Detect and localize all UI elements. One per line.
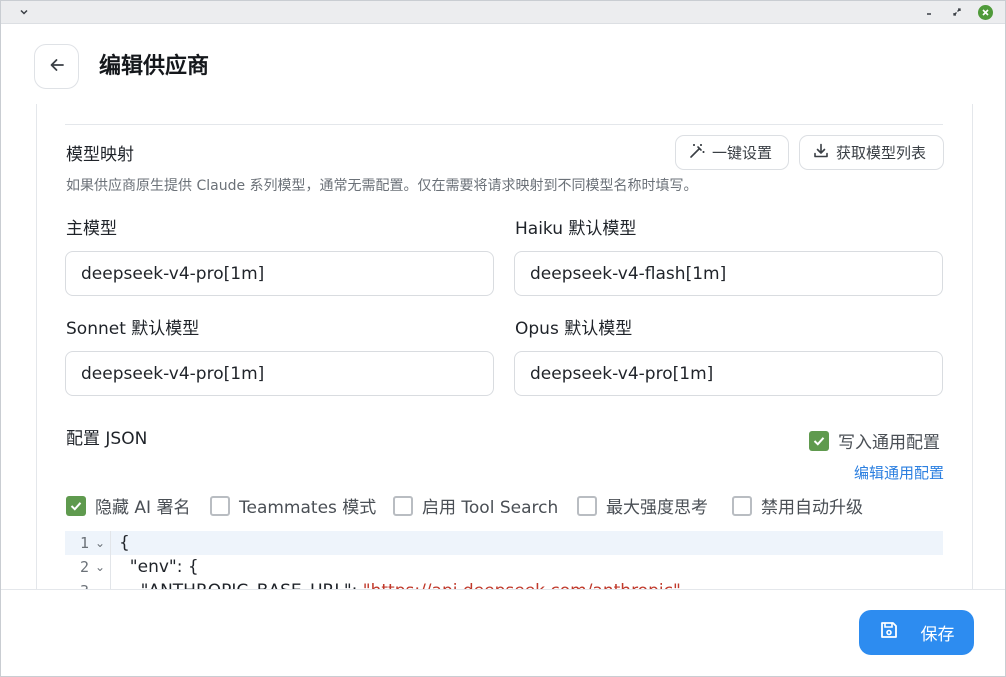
line-number: 2 bbox=[79, 558, 89, 576]
download-icon bbox=[812, 142, 830, 164]
active-line-highlight bbox=[65, 531, 943, 555]
disable-auto-update-checkbox[interactable]: 禁用自动升级 bbox=[732, 493, 863, 518]
write-common-config-checkbox[interactable]: 写入通用配置 bbox=[809, 428, 940, 453]
line-number: 3 bbox=[65, 579, 89, 589]
disable-auto-update-label: 禁用自动升级 bbox=[761, 498, 863, 518]
save-icon bbox=[879, 620, 899, 645]
footer-divider bbox=[1, 589, 1005, 590]
gutter-separator bbox=[110, 531, 111, 589]
page-title: 编辑供应商 bbox=[99, 54, 210, 79]
one-click-setup-button[interactable]: 一键设置 bbox=[675, 135, 789, 170]
checkmark-icon bbox=[809, 430, 829, 451]
collapse-chevron-icon[interactable] bbox=[15, 3, 33, 21]
write-common-config-label: 写入通用配置 bbox=[838, 433, 940, 453]
divider bbox=[65, 124, 943, 125]
code-line: "ANTHROPIC_BASE_URL": "https://api.deeps… bbox=[119, 579, 681, 589]
save-label: 保存 bbox=[920, 625, 955, 645]
fetch-model-list-label: 获取模型列表 bbox=[836, 144, 927, 162]
checkbox-box bbox=[732, 495, 752, 516]
checkbox-box bbox=[393, 495, 413, 516]
line-number: 1 bbox=[79, 534, 89, 552]
restore-icon[interactable] bbox=[948, 3, 966, 21]
max-thinking-label: 最大强度思考 bbox=[606, 498, 708, 518]
settings-card: 模型映射 一键设置 获取模型列表 如果供应商原生提供 Claude 系列模型，通… bbox=[36, 104, 973, 589]
one-click-setup-label: 一键设置 bbox=[712, 144, 773, 162]
checkbox-box bbox=[577, 495, 597, 516]
teammates-mode-checkbox[interactable]: Teammates 模式 bbox=[210, 493, 376, 518]
edit-common-config-link[interactable]: 编辑通用配置 bbox=[854, 462, 944, 483]
json-editor[interactable]: 1 ⌄ { 2 ⌄ "env": { 3 "ANTHROPIC_BASE_URL… bbox=[65, 531, 943, 589]
minimize-icon[interactable] bbox=[921, 3, 939, 21]
back-button[interactable] bbox=[34, 44, 79, 89]
sonnet-model-label: Sonnet 默认模型 bbox=[66, 319, 200, 339]
code-line: "env": { bbox=[119, 557, 199, 577]
close-icon bbox=[977, 4, 993, 20]
fold-chevron-icon[interactable]: ⌄ bbox=[95, 555, 105, 579]
haiku-model-input[interactable]: deepseek-v4-flash[1m] bbox=[514, 251, 943, 296]
sonnet-model-input[interactable]: deepseek-v4-pro[1m] bbox=[65, 351, 494, 396]
checkbox-box bbox=[210, 495, 230, 516]
main-model-label: 主模型 bbox=[66, 219, 117, 239]
main-model-input[interactable]: deepseek-v4-pro[1m] bbox=[65, 251, 494, 296]
fold-chevron-icon[interactable]: ⌄ bbox=[95, 531, 105, 555]
model-mapping-title: 模型映射 bbox=[66, 145, 134, 165]
opus-model-input[interactable]: deepseek-v4-pro[1m] bbox=[514, 351, 943, 396]
haiku-model-label: Haiku 默认模型 bbox=[515, 219, 637, 239]
close-window-button[interactable] bbox=[976, 3, 994, 21]
hide-ai-signature-checkbox[interactable]: 隐藏 AI 署名 bbox=[66, 493, 190, 518]
save-button[interactable]: 保存 bbox=[859, 610, 974, 655]
opus-model-label: Opus 默认模型 bbox=[515, 319, 633, 339]
mapping-hint: 如果供应商原生提供 Claude 系列模型，通常无需配置。仅在需要将请求映射到不… bbox=[66, 178, 698, 194]
teammates-mode-label: Teammates 模式 bbox=[239, 498, 377, 518]
hide-ai-signature-label: 隐藏 AI 署名 bbox=[95, 498, 191, 518]
json-key: "ANTHROPIC_BASE_URL": bbox=[119, 581, 363, 589]
title-bar bbox=[1, 1, 1005, 24]
max-thinking-checkbox[interactable]: 最大强度思考 bbox=[577, 493, 708, 518]
config-json-title: 配置 JSON bbox=[66, 429, 148, 449]
enable-tool-search-label: 启用 Tool Search bbox=[422, 498, 559, 518]
checkmark-icon bbox=[66, 495, 86, 516]
code-line: { bbox=[119, 533, 130, 553]
arrow-left-icon bbox=[48, 56, 66, 78]
enable-tool-search-checkbox[interactable]: 启用 Tool Search bbox=[393, 493, 558, 518]
fetch-model-list-button[interactable]: 获取模型列表 bbox=[799, 135, 944, 170]
json-string-value: "https://api.deepseek.com/anthropic" bbox=[363, 581, 681, 589]
app-window: 编辑供应商 模型映射 一键设置 获取模型列表 如果供应商原生提供 Claude … bbox=[0, 0, 1006, 677]
magic-wand-icon bbox=[688, 142, 706, 164]
